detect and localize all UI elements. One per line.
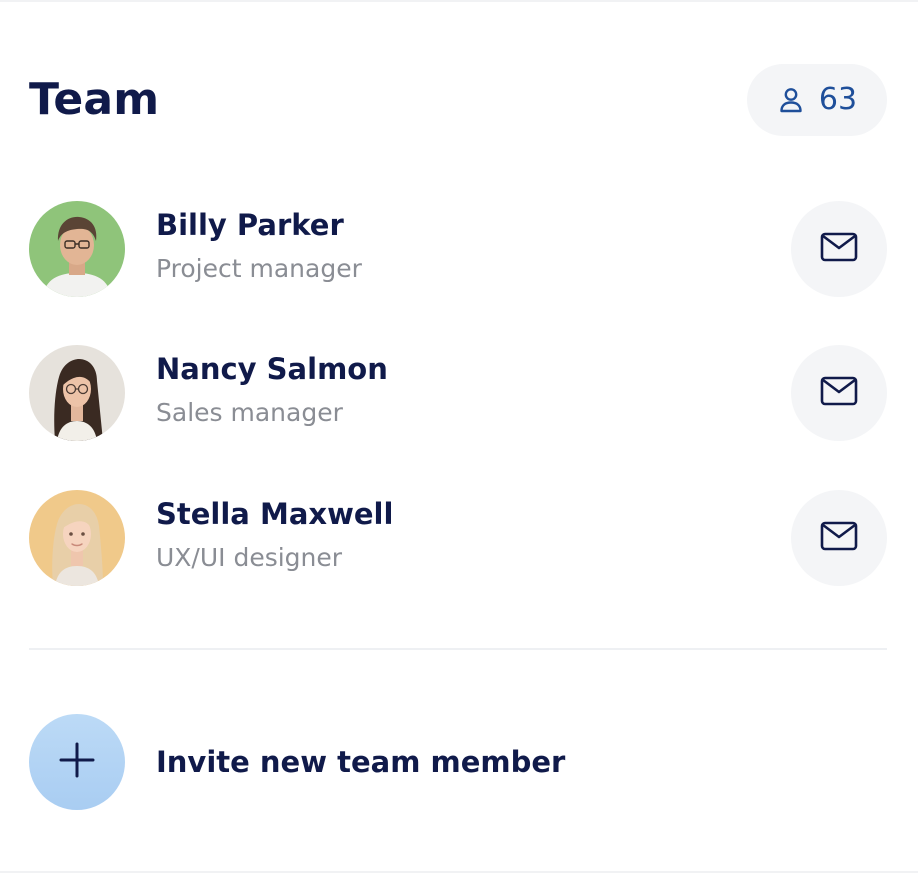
divider [29,648,887,650]
member-info: Billy Parker Project manager [156,205,362,289]
invite-member-row[interactable]: Invite new team member [29,714,729,810]
member-info: Stella Maxwell UX/UI designer [156,494,393,578]
invite-member-label[interactable]: Invite new team member [156,742,565,782]
member-row: Nancy Salmon Sales manager [29,345,887,441]
member-name: Nancy Salmon [156,352,388,386]
email-member-button[interactable] [791,345,887,441]
member-name: Billy Parker [156,208,344,242]
email-member-button[interactable] [791,490,887,586]
member-role: UX/UI designer [156,543,343,572]
team-card: Team 63 Billy Parker Project manager Nan… [0,0,918,873]
member-row: Stella Maxwell UX/UI designer [29,490,887,586]
invite-member-button[interactable] [29,714,125,810]
avatar [29,345,125,441]
mail-icon [820,376,858,410]
member-role: Project manager [156,254,362,283]
plus-icon [57,740,97,784]
page-title: Team [29,74,160,125]
avatar [29,201,125,297]
user-icon [777,86,805,114]
member-count-badge[interactable]: 63 [747,64,887,136]
team-header: Team 63 [29,62,887,138]
member-row: Billy Parker Project manager [29,201,887,297]
member-name: Stella Maxwell [156,497,394,531]
mail-icon [820,521,858,555]
member-info: Nancy Salmon Sales manager [156,349,388,433]
avatar [29,490,125,586]
member-count: 63 [818,82,858,117]
mail-icon [820,232,858,266]
member-role: Sales manager [156,398,343,427]
email-member-button[interactable] [791,201,887,297]
top-border [0,0,918,2]
